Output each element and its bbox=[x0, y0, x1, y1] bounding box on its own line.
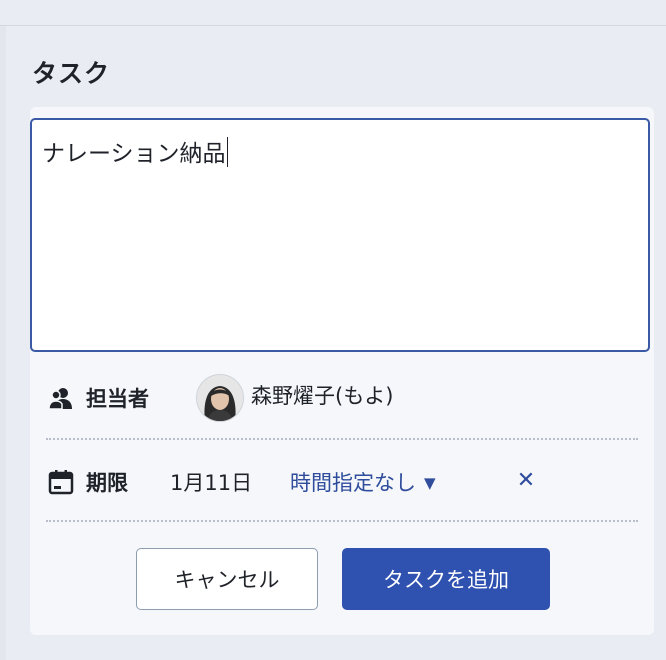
clear-due-button[interactable]: ✕ bbox=[512, 466, 540, 494]
time-select-value: 時間指定なし bbox=[290, 471, 416, 495]
calendar-icon bbox=[46, 467, 76, 497]
task-name-value: ナレーション納品 bbox=[42, 141, 226, 167]
people-icon bbox=[46, 383, 76, 413]
due-date[interactable]: 1月11日 bbox=[170, 467, 252, 497]
divider bbox=[46, 520, 638, 522]
section-title: タスク bbox=[32, 59, 111, 88]
add-task-button[interactable]: タスクを追加 bbox=[342, 548, 550, 610]
divider bbox=[46, 438, 638, 440]
task-name-input[interactable]: ナレーション納品 bbox=[30, 118, 650, 352]
caret-down-icon: ▼ bbox=[424, 474, 436, 492]
assignee-name[interactable]: 森野燿子(もよ) bbox=[251, 380, 393, 410]
time-select-dropdown[interactable]: 時間指定なし ▼ bbox=[290, 467, 436, 497]
text-caret bbox=[226, 137, 228, 167]
avatar[interactable] bbox=[196, 374, 244, 422]
due-label: 期限 bbox=[86, 471, 128, 495]
cancel-button[interactable]: キャンセル bbox=[136, 548, 318, 610]
top-divider-strip bbox=[0, 0, 666, 26]
assignee-label: 担当者 bbox=[86, 387, 149, 411]
left-edge bbox=[0, 26, 6, 660]
close-icon: ✕ bbox=[516, 467, 536, 493]
